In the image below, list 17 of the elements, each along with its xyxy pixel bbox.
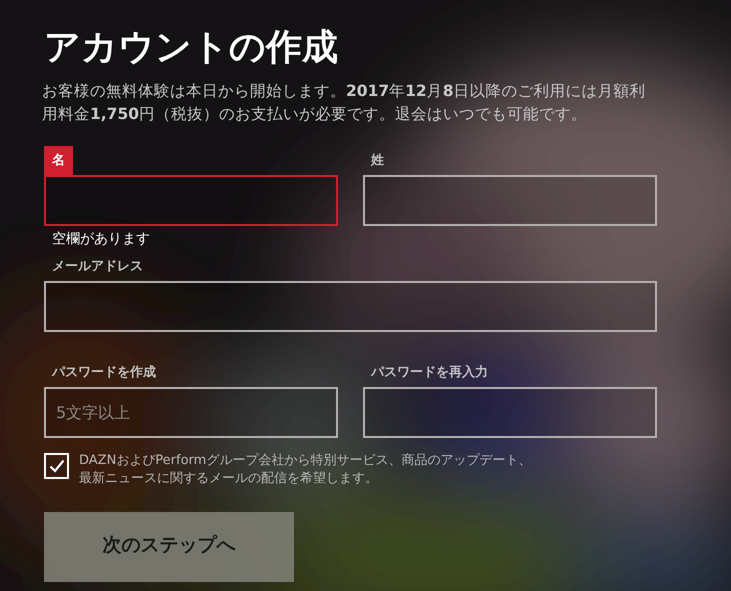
input-field[interactable] [44, 281, 657, 332]
field-label: パスワードを再入力 [370, 364, 489, 382]
consent-text: DAZNおよびPerformグループ会社から特別サービス、商品のアップデート、 [79, 452, 532, 470]
input-field[interactable]: 5文字以上 [44, 387, 338, 438]
consent-checkbox[interactable] [44, 453, 69, 479]
field-label: 姓 [370, 152, 385, 170]
next-step-button[interactable]: 次のステップへ [44, 512, 294, 582]
checkmark-icon [48, 459, 64, 473]
input-field[interactable] [363, 175, 657, 226]
field-label: メールアドレス [51, 258, 144, 276]
page-title: アカウントの作成 [44, 26, 339, 70]
field-label: パスワードを作成 [50, 364, 157, 382]
consent-text: 最新ニュースに関するメールの配信を希望します。 [79, 470, 378, 488]
field-label: 名 [44, 146, 73, 175]
error-message: 空欄があります [52, 230, 150, 248]
input-field[interactable] [44, 175, 338, 226]
input-field[interactable] [363, 387, 657, 438]
